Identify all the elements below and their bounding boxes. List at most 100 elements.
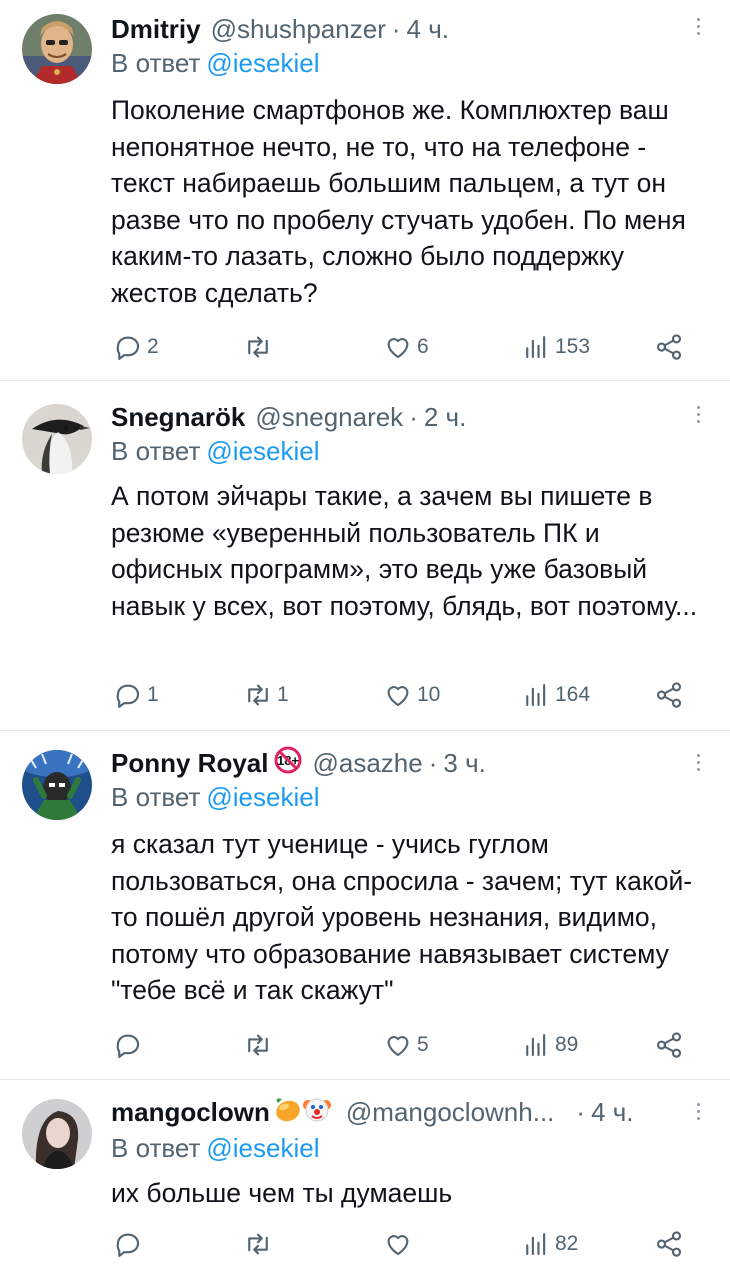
avatar[interactable] <box>22 14 92 84</box>
tweet-dmitriy[interactable]: Dmitriy @shushpanzer · 4 ч. В ответ @iese… <box>0 0 730 381</box>
reply-prefix: В ответ <box>111 782 201 812</box>
like-button[interactable]: 10 <box>383 678 440 712</box>
tweet-header: Snegnarök @snegnarek · 2 ч. <box>111 400 466 434</box>
heart-icon <box>387 686 409 707</box>
views-button[interactable]: 89 <box>521 1028 578 1062</box>
retweet-icon <box>248 684 268 706</box>
reply-button[interactable] <box>113 1227 147 1261</box>
author-handle[interactable]: @mangoclownh... <box>346 1097 555 1128</box>
avatar[interactable] <box>22 404 92 474</box>
reply-prefix: В ответ <box>111 48 201 78</box>
tweet-ponny-royal[interactable]: Ponny Royal 18+ @asazhe · 3 ч. В ответ@i… <box>0 732 730 1080</box>
avatar[interactable] <box>22 750 92 820</box>
heart-icon <box>387 1235 409 1256</box>
tweet-header: Ponny Royal 18+ @asazhe · 3 ч. <box>111 746 486 780</box>
reply-mention[interactable]: @iesekiel <box>206 782 319 812</box>
timestamp[interactable]: 2 ч. <box>424 402 466 433</box>
no-under-18-icon: 18+ <box>274 746 302 773</box>
reply-mention[interactable]: @iesekiel <box>206 48 319 78</box>
like-count: 5 <box>417 1033 429 1056</box>
separator: · <box>391 13 401 44</box>
retweet-button[interactable] <box>243 1227 277 1261</box>
author-handle[interactable]: @asazhe <box>312 748 422 779</box>
like-button[interactable]: 6 <box>383 330 429 364</box>
author-name[interactable]: mangoclown <box>111 1097 270 1128</box>
retweet-button[interactable] <box>243 1028 277 1062</box>
avatar-image <box>22 404 92 474</box>
retweet-button[interactable] <box>243 330 277 364</box>
reply-icon <box>116 1034 140 1058</box>
timestamp[interactable]: 3 ч. <box>443 748 485 779</box>
like-count: 10 <box>417 683 441 706</box>
reply-context: В ответ @iesekiel <box>111 48 320 79</box>
views-icon <box>526 1033 546 1057</box>
views-count: 153 <box>555 335 591 358</box>
reply-prefix: В ответ <box>111 436 201 466</box>
avatar[interactable] <box>22 1099 92 1169</box>
avatar-image <box>22 1099 92 1169</box>
reply-count: 1 <box>147 683 159 706</box>
views-button[interactable]: 82 <box>521 1227 578 1261</box>
action-bar: 2 6 153 <box>111 330 691 364</box>
reply-icon <box>116 684 140 708</box>
reply-context: В ответ @iesekiel <box>111 1133 320 1164</box>
timestamp[interactable]: 4 ч. <box>591 1097 633 1128</box>
more-icon[interactable] <box>694 1103 702 1127</box>
tweet-text: их больше чем ты думаешь <box>111 1178 453 1208</box>
reply-button[interactable] <box>113 1028 147 1062</box>
author-handle[interactable]: @shushpanzer <box>211 14 386 45</box>
retweet-icon <box>248 1233 268 1255</box>
like-count: 6 <box>417 335 429 358</box>
heart-icon <box>387 1036 409 1057</box>
reply-mention[interactable]: @iesekiel <box>206 1133 319 1163</box>
clown-emoji <box>302 1095 332 1130</box>
share-icon <box>656 334 682 360</box>
views-button[interactable]: 164 <box>521 678 590 712</box>
views-count: 164 <box>555 683 591 706</box>
share-button[interactable] <box>654 1028 684 1062</box>
like-button[interactable] <box>383 1227 417 1261</box>
retweet-icon <box>248 336 268 358</box>
action-bar: 82 <box>111 1227 691 1261</box>
views-count: 89 <box>555 1033 579 1056</box>
reply-prefix: В ответ <box>111 1133 201 1163</box>
share-button[interactable] <box>654 1227 684 1261</box>
reply-context: В ответ @iesekiel <box>111 782 320 813</box>
reply-icon <box>116 1233 140 1257</box>
author-handle[interactable]: @snegnarek <box>255 402 403 433</box>
share-icon <box>656 1032 682 1058</box>
more-icon[interactable] <box>694 754 702 778</box>
more-icon[interactable] <box>694 18 702 42</box>
tweet-mangoclown[interactable]: mangoclown @mangoclownh... · 4 ч. В отве… <box>0 1081 730 1280</box>
avatar-image <box>22 14 92 84</box>
retweet-button[interactable]: 1 <box>243 678 289 712</box>
author-name[interactable]: Snegnarök <box>111 402 245 433</box>
action-bar: 5 89 <box>111 1028 691 1062</box>
views-count: 82 <box>555 1232 579 1255</box>
mango-emoji <box>272 1095 302 1130</box>
views-icon <box>526 683 546 707</box>
like-button[interactable]: 5 <box>383 1028 429 1062</box>
views-button[interactable]: 153 <box>521 330 590 364</box>
heart-icon <box>387 338 409 359</box>
reply-mention[interactable]: @iesekiel <box>206 436 319 466</box>
timestamp[interactable]: 4 ч. <box>407 14 449 45</box>
author-name[interactable]: Dmitriy <box>111 14 201 45</box>
avatar-image <box>22 750 92 820</box>
share-button[interactable] <box>654 678 684 712</box>
tweet-header: Dmitriy @shushpanzer · 4 ч. <box>111 12 449 46</box>
separator: · <box>428 747 438 778</box>
retweet-icon <box>248 1034 268 1056</box>
tweet-text: я сказал тут ученице - учись гуглом поль… <box>111 829 693 1005</box>
tweet-header: mangoclown @mangoclownh... · 4 ч. <box>111 1095 634 1129</box>
share-button[interactable] <box>654 330 684 364</box>
author-name[interactable]: Ponny Royal <box>111 748 268 779</box>
reply-button[interactable]: 1 <box>113 678 159 712</box>
separator: · <box>576 1096 586 1127</box>
more-icon[interactable] <box>694 406 702 430</box>
tweet-snegnarok[interactable]: Snegnarök @snegnarek · 2 ч. В ответ @iese… <box>0 382 730 731</box>
reply-button[interactable]: 2 <box>113 330 159 364</box>
views-icon <box>526 335 546 359</box>
age-restriction-badge: 18+ <box>274 746 302 781</box>
share-icon <box>656 1231 682 1257</box>
